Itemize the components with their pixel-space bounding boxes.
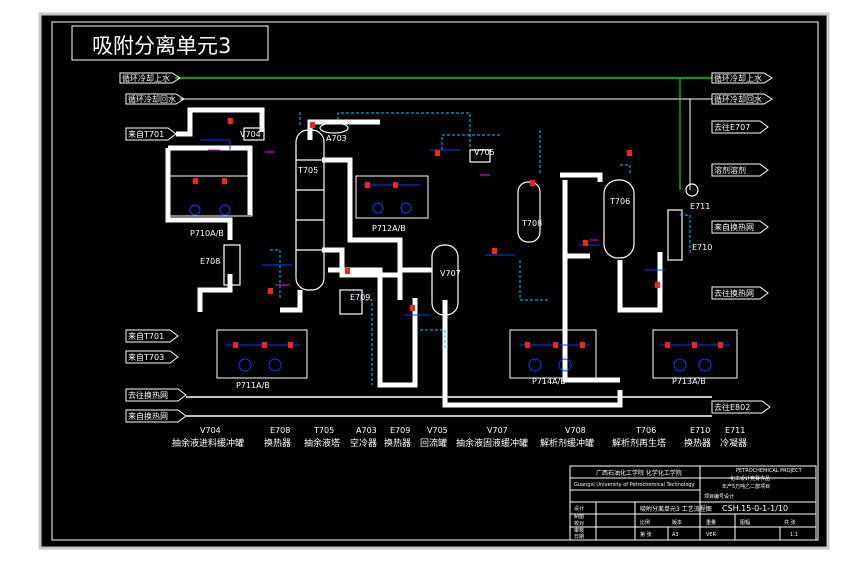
tag-v705: V705 [474,148,495,157]
legend-tag-0: V704 [200,426,221,435]
text-layer: 循环冷却上水 循环冷却回水 循环冷却上水 循环冷却回水 来自T701 去往E70… [122,73,803,540]
tb-cell-1: 版本 [672,519,682,526]
tag-p710: P710A/B [190,229,224,238]
label-cw-supply-left: 循环冷却上水 [122,73,170,83]
tb-project-1: 化工设计竞赛作品 [730,475,770,482]
label-cw-return-left: 循环冷却回水 [128,94,176,104]
label-from-t701-b: 来自T701 [128,331,164,341]
legend-name-6: 抽余液固液缓冲罐 [456,437,528,449]
tb-cell-6: A3 [672,532,679,538]
tb-cell-4: 共 张 [784,519,796,526]
tb-project-3: 项目编号设计 [704,493,734,500]
legend-name-5: 回流罐 [420,437,447,449]
legend-name-1: 换热器 [264,437,291,449]
tag-e711: E711 [690,202,710,211]
tag-v707: V707 [440,269,461,278]
tb-drawing-no: CSH.15-0-1-1/10 [722,504,788,513]
label-cw-return-right: 循环冷却回水 [714,94,762,104]
legend-tag-1: E708 [270,426,290,435]
tb-cell-8: 1:1 [790,532,798,538]
tb-drawing-name: 吸附分离单元3 工艺流程图 [640,505,712,513]
legend-tag-8: T706 [635,426,656,435]
tag-a703: A703 [326,134,347,143]
label-from-t703: 来自T703 [128,352,164,362]
tb-project-2: 年产5万吨乙二醇项目 [722,483,770,490]
label-from-t701: 来自T701 [128,129,164,139]
drawing-frame: 吸附分离单元3 循环冷却上水 循环冷却回水 循环冷却上水 循环冷却回水 来自T7… [0,0,867,562]
tag-p713: P713A/B [672,377,706,386]
tb-project-0: PETROCHEMICAL PROJECT [736,468,803,474]
legend-tag-5: V705 [427,426,448,435]
tb-school-en: Guangxi University of Petrochemical Tech… [574,482,695,488]
legend-tag-6: V707 [487,426,508,435]
tb-row-1: 制图 [574,513,584,520]
legend-name-9: 换热器 [684,437,711,449]
tag-e709: E709 [350,293,370,302]
legend-tag-4: E709 [390,426,410,435]
tag-t706: T706 [609,197,630,206]
label-cw-supply-right: 循环冷却上水 [714,73,762,83]
legend-tag-2: T705 [313,426,334,435]
label-from-exchanger-1: 来自换热网 [714,222,754,232]
tag-p714: P714A/B [532,377,566,386]
tag-p712: P712A/B [372,224,406,233]
legend-tag-9: E710 [690,426,710,435]
tb-cell-7: VER [706,532,717,538]
tb-row-4: 日期 [574,534,584,540]
tag-t708: T708 [521,219,542,228]
label-to-e707: 去往E707 [714,122,750,132]
label-from-exchanger-left: 来自换热网 [128,411,168,421]
legend-name-4: 换热器 [384,437,411,449]
legend-name-7: 解析剂缓冲罐 [540,437,594,449]
tb-row-0: 设计 [574,505,584,512]
legend-name-0: 抽余液进料缓冲罐 [172,437,244,449]
tb-row-3: 审核 [574,527,584,534]
legend-tag-3: A703 [356,426,377,435]
legend-name-2: 抽余液塔 [304,437,340,449]
tag-p711: P711A/B [236,381,270,390]
tb-cell-5: 第 张 [640,531,652,538]
tb-row-2: 校对 [574,520,584,527]
tag-e708: E708 [200,257,220,266]
tb-cell-3: 图幅 [740,519,750,526]
tb-school: 广西石油化工学院 化学化工学院 [596,469,682,477]
tb-cell-0: 比例 [640,519,650,526]
label-solvent: 溶剂溶剂 [714,165,746,175]
label-to-exchanger-left: 去往换热网 [128,390,168,400]
legend-tag-7: V708 [565,426,586,435]
legend-tag-10: E711 [725,426,745,435]
tb-cell-2: 重量 [706,519,716,526]
legend-name-3: 空冷器 [350,437,377,449]
legend-name-8: 解析剂再生塔 [612,437,666,449]
tag-e710: E710 [692,243,712,252]
tag-t705: T705 [297,166,318,175]
tag-v704: V704 [240,130,261,139]
legend-name-10: 冷凝器 [720,437,747,449]
label-to-e802: 去往E802 [714,402,750,412]
label-to-exchanger: 去往换热网 [714,288,754,298]
